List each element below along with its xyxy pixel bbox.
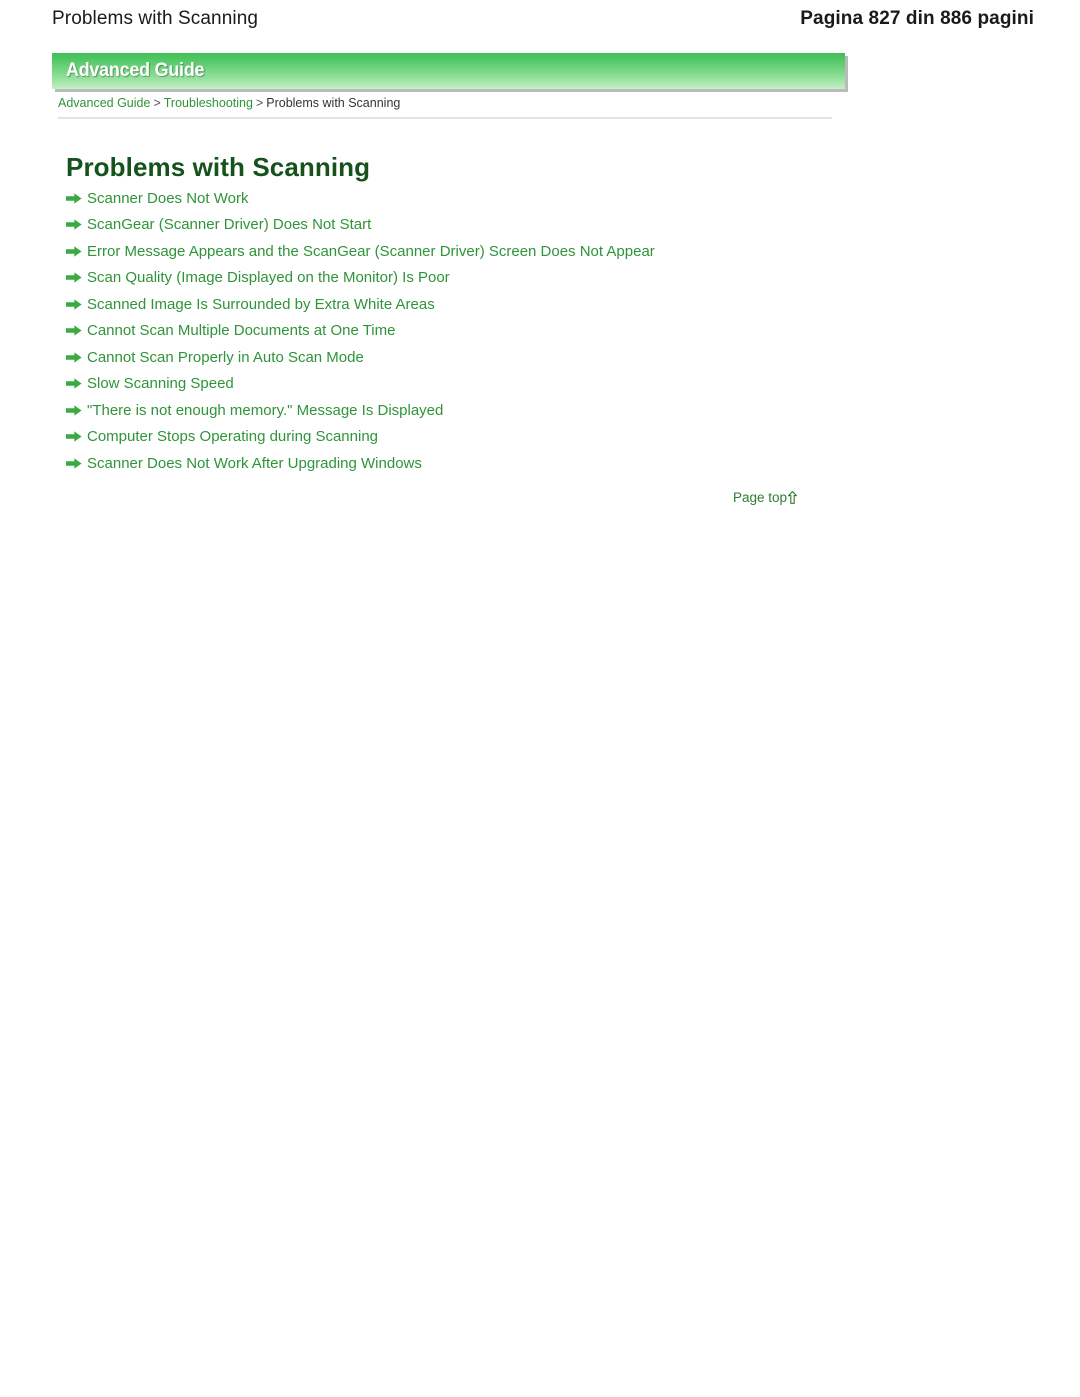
breadcrumb-item-current: Problems with Scanning [266,96,401,110]
topic-link-list: Scanner Does Not Work ScanGear (Scanner … [66,185,966,477]
list-item-label[interactable]: Computer Stops Operating during Scanning [87,429,378,444]
arrow-right-icon [66,193,82,204]
arrow-right-icon [66,352,82,363]
breadcrumb-item-troubleshooting[interactable]: Troubleshooting [164,96,253,110]
breadcrumb-separator: > [255,96,264,110]
page-top-label: Page top [733,490,788,505]
list-item[interactable]: Scanner Does Not Work After Upgrading Wi… [66,450,966,477]
list-item-label[interactable]: Slow Scanning Speed [87,376,234,391]
page-title: Problems with Scanning [66,152,371,183]
list-item[interactable]: ScanGear (Scanner Driver) Does Not Start [66,212,966,239]
arrow-right-icon [66,431,82,442]
list-item-label[interactable]: Cannot Scan Multiple Documents at One Ti… [87,323,395,338]
list-item-label[interactable]: Scanner Does Not Work [87,191,248,206]
arrow-right-icon [66,246,82,257]
arrow-right-icon [66,299,82,310]
list-item[interactable]: Cannot Scan Properly in Auto Scan Mode [66,344,966,371]
arrow-right-icon [66,458,82,469]
arrow-right-icon [66,219,82,230]
breadcrumb-separator: > [153,96,161,110]
list-item[interactable]: "There is not enough memory." Message Is… [66,397,966,424]
advanced-guide-banner: Advanced Guide [52,53,845,89]
arrow-right-icon [66,272,82,283]
list-item-label[interactable]: ScanGear (Scanner Driver) Does Not Start [87,217,371,232]
arrow-right-icon [66,405,82,416]
arrow-right-icon [66,325,82,336]
list-item-label[interactable]: Error Message Appears and the ScanGear (… [87,244,655,259]
arrow-up-icon [788,491,798,505]
list-item[interactable]: Slow Scanning Speed [66,371,966,398]
breadcrumb-item-advanced-guide[interactable]: Advanced Guide [58,96,150,110]
page-top-link[interactable]: Page top [733,490,798,505]
advanced-guide-banner-label: Advanced Guide [66,60,205,81]
arrow-right-icon [66,378,82,389]
list-item[interactable]: Scanner Does Not Work [66,185,966,212]
list-item-label[interactable]: Scanner Does Not Work After Upgrading Wi… [87,456,422,471]
list-item[interactable]: Scan Quality (Image Displayed on the Mon… [66,265,966,292]
list-item-label[interactable]: Scanned Image Is Surrounded by Extra Whi… [87,297,435,312]
list-item-label[interactable]: Scan Quality (Image Displayed on the Mon… [87,270,450,285]
list-item-label[interactable]: Cannot Scan Properly in Auto Scan Mode [87,350,364,365]
list-item[interactable]: Scanned Image Is Surrounded by Extra Whi… [66,291,966,318]
list-item[interactable]: Cannot Scan Multiple Documents at One Ti… [66,318,966,345]
breadcrumb: Advanced Guide > Troubleshooting > Problems … [58,96,400,110]
page-number-indicator: Pagina 827 din 886 pagini [800,8,1034,29]
header-divider [58,117,832,119]
list-item[interactable]: Computer Stops Operating during Scanning [66,424,966,451]
page-header-title: Problems with Scanning [52,8,259,29]
page-running-header: Problems with Scanning Pagina 827 din 88… [0,0,1080,38]
list-item[interactable]: Error Message Appears and the ScanGear (… [66,238,966,265]
list-item-label[interactable]: "There is not enough memory." Message Is… [87,403,443,418]
